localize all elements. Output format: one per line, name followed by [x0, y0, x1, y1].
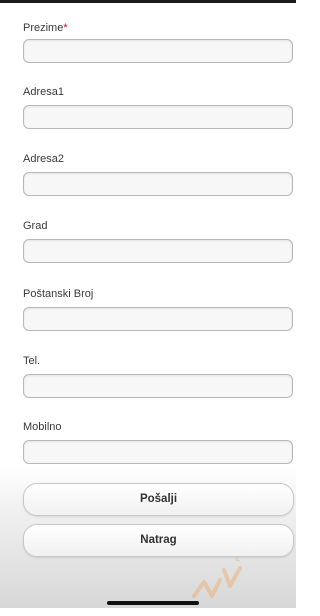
- field-label-grad: Grad: [23, 220, 48, 232]
- adresa2-input[interactable]: [23, 172, 293, 196]
- back-button[interactable]: Natrag: [23, 524, 294, 557]
- prezime-input[interactable]: [23, 39, 293, 63]
- field-label-adresa1: Adresa1: [23, 86, 64, 98]
- field-label-adresa2: Adresa2: [23, 153, 64, 165]
- field-label-mobilno: Mobilno: [23, 421, 62, 433]
- mobilno-input[interactable]: [23, 440, 293, 464]
- required-marker: *: [63, 22, 68, 34]
- submit-button[interactable]: Pošalji: [23, 483, 294, 516]
- home-indicator[interactable]: [107, 601, 199, 605]
- field-label-postanski-broj: Poštanski Broj: [23, 288, 94, 300]
- grad-input[interactable]: [23, 239, 293, 263]
- tel-input[interactable]: [23, 374, 293, 398]
- adresa1-input[interactable]: [23, 105, 293, 129]
- field-label-tel: Tel.: [23, 355, 41, 367]
- field-label-prezime: Prezime*: [23, 22, 68, 34]
- watermark-logo-icon: [192, 556, 242, 598]
- top-divider: [0, 0, 296, 3]
- postanski-broj-input[interactable]: [23, 307, 293, 331]
